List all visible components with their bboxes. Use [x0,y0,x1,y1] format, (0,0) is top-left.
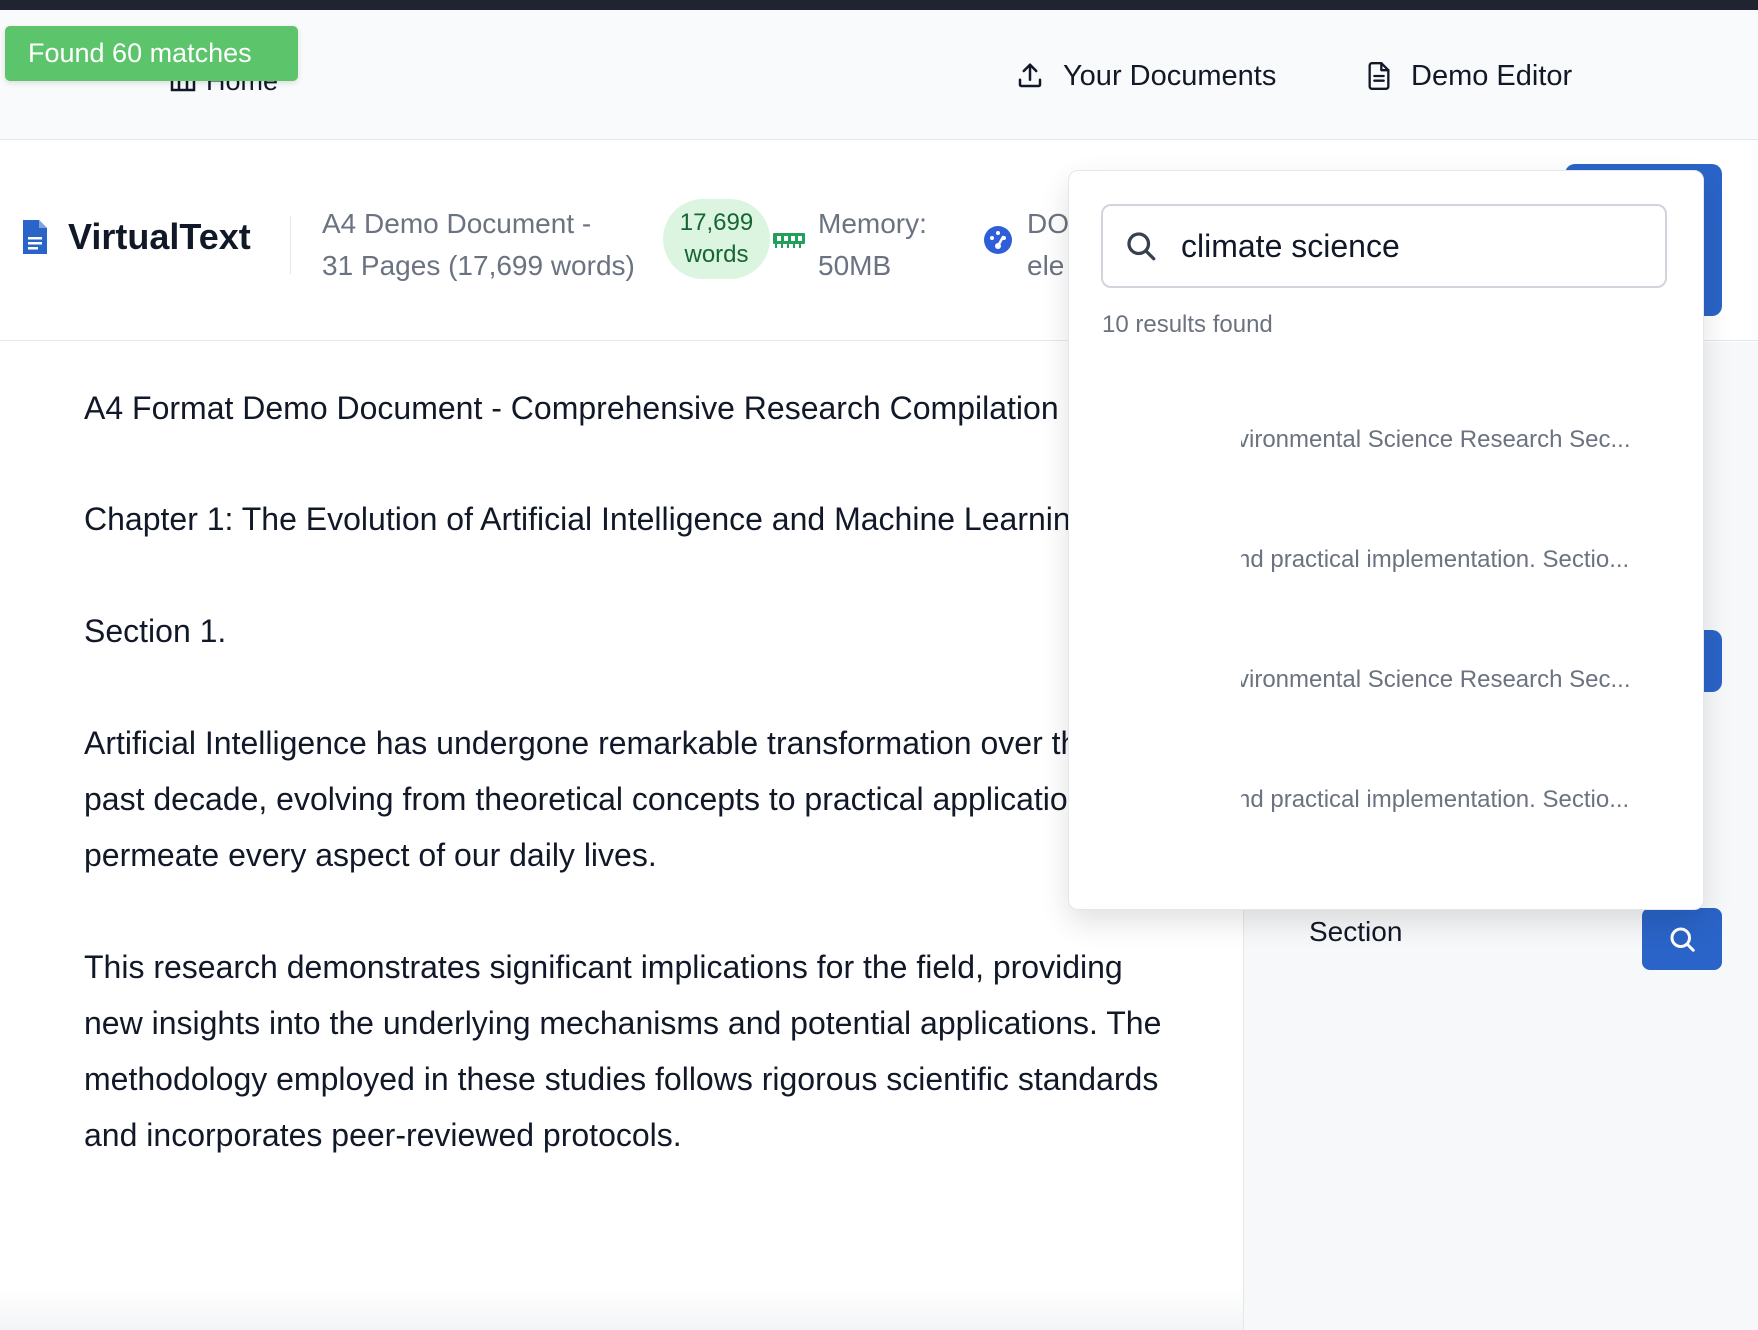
results-count: 10 results found [1102,311,1273,338]
sidebar-search-value: Section [1309,916,1403,947]
word-count-value: 17,699 [679,209,754,236]
search-icon [1127,232,1156,261]
document-title: A4 Demo Document - 31 Pages (17,699 word… [322,203,652,287]
sidebar-search-button[interactable] [1642,908,1722,970]
document-title-line2: 31 Pages (17,699 words) [322,250,635,281]
nav-demo-editor-label: Demo Editor [1411,59,1573,92]
search-result-text: nd practical implementation. Sectio... [1241,786,1630,813]
search-result-item[interactable]: vironmental Science Research Sec... [1241,426,1681,466]
matches-toast: Found 60 matches [5,26,298,81]
gauge-icon [984,226,1012,254]
search-result-item[interactable]: nd practical implementation. Sectio... [1241,786,1681,826]
search-result-item[interactable]: vironmental Science Research Sec... [1241,666,1681,706]
section-heading: Section 1. [84,613,227,649]
dom-elements-stat: DO ele [1027,203,1072,287]
dom-label-line1: DO [1027,208,1069,239]
window-top-strip [0,0,1758,10]
document-title-line1: A4 Demo Document - [322,208,592,239]
search-result-text: vironmental Science Research Sec... [1241,666,1631,693]
toast-text: Found 60 matches [28,38,252,68]
memory-stat: Memory: 50MB [818,203,927,287]
search-result-item[interactable]: nd practical implementation. Sectio... [1241,546,1681,586]
search-input[interactable] [1181,227,1641,265]
word-count-unit: words [684,241,749,268]
word-count-badge: 17,699 words [663,199,770,279]
nav-your-documents[interactable]: Your Documents [1015,56,1276,96]
divider [290,216,291,274]
paragraph: This research demonstrates significant i… [84,949,1162,1153]
nav-your-documents-label: Your Documents [1063,59,1277,92]
search-result-text: vironmental Science Research Sec... [1241,426,1631,453]
memory-icon [773,233,805,248]
memory-label: Memory: [818,208,927,239]
document-content: A4 Format Demo Document - Comprehensive … [84,380,1164,1219]
nav-demo-editor[interactable]: Demo Editor [1365,56,1572,96]
paragraph: Artificial Intelligence has undergone re… [84,725,1164,873]
bottom-fade [0,1290,1243,1330]
search-result-text: nd practical implementation. Sectio... [1241,546,1630,573]
brand: VirtualText [20,216,251,258]
document-heading: A4 Format Demo Document - Comprehensive … [84,390,1059,426]
sidebar-search-input[interactable]: Section [1279,902,1634,962]
document-icon [1368,62,1390,91]
search-panel: 10 results found vironmental Science Res… [1068,170,1704,910]
dom-label-line2: ele [1027,250,1065,281]
brand-name: VirtualText [68,216,251,257]
search-field[interactable] [1101,204,1667,288]
search-icon [1670,927,1695,952]
chapter-heading: Chapter 1: The Evolution of Artificial I… [84,501,1089,537]
file-icon [23,220,47,254]
memory-value: 50MB [818,250,892,281]
upload-icon [1018,63,1042,88]
